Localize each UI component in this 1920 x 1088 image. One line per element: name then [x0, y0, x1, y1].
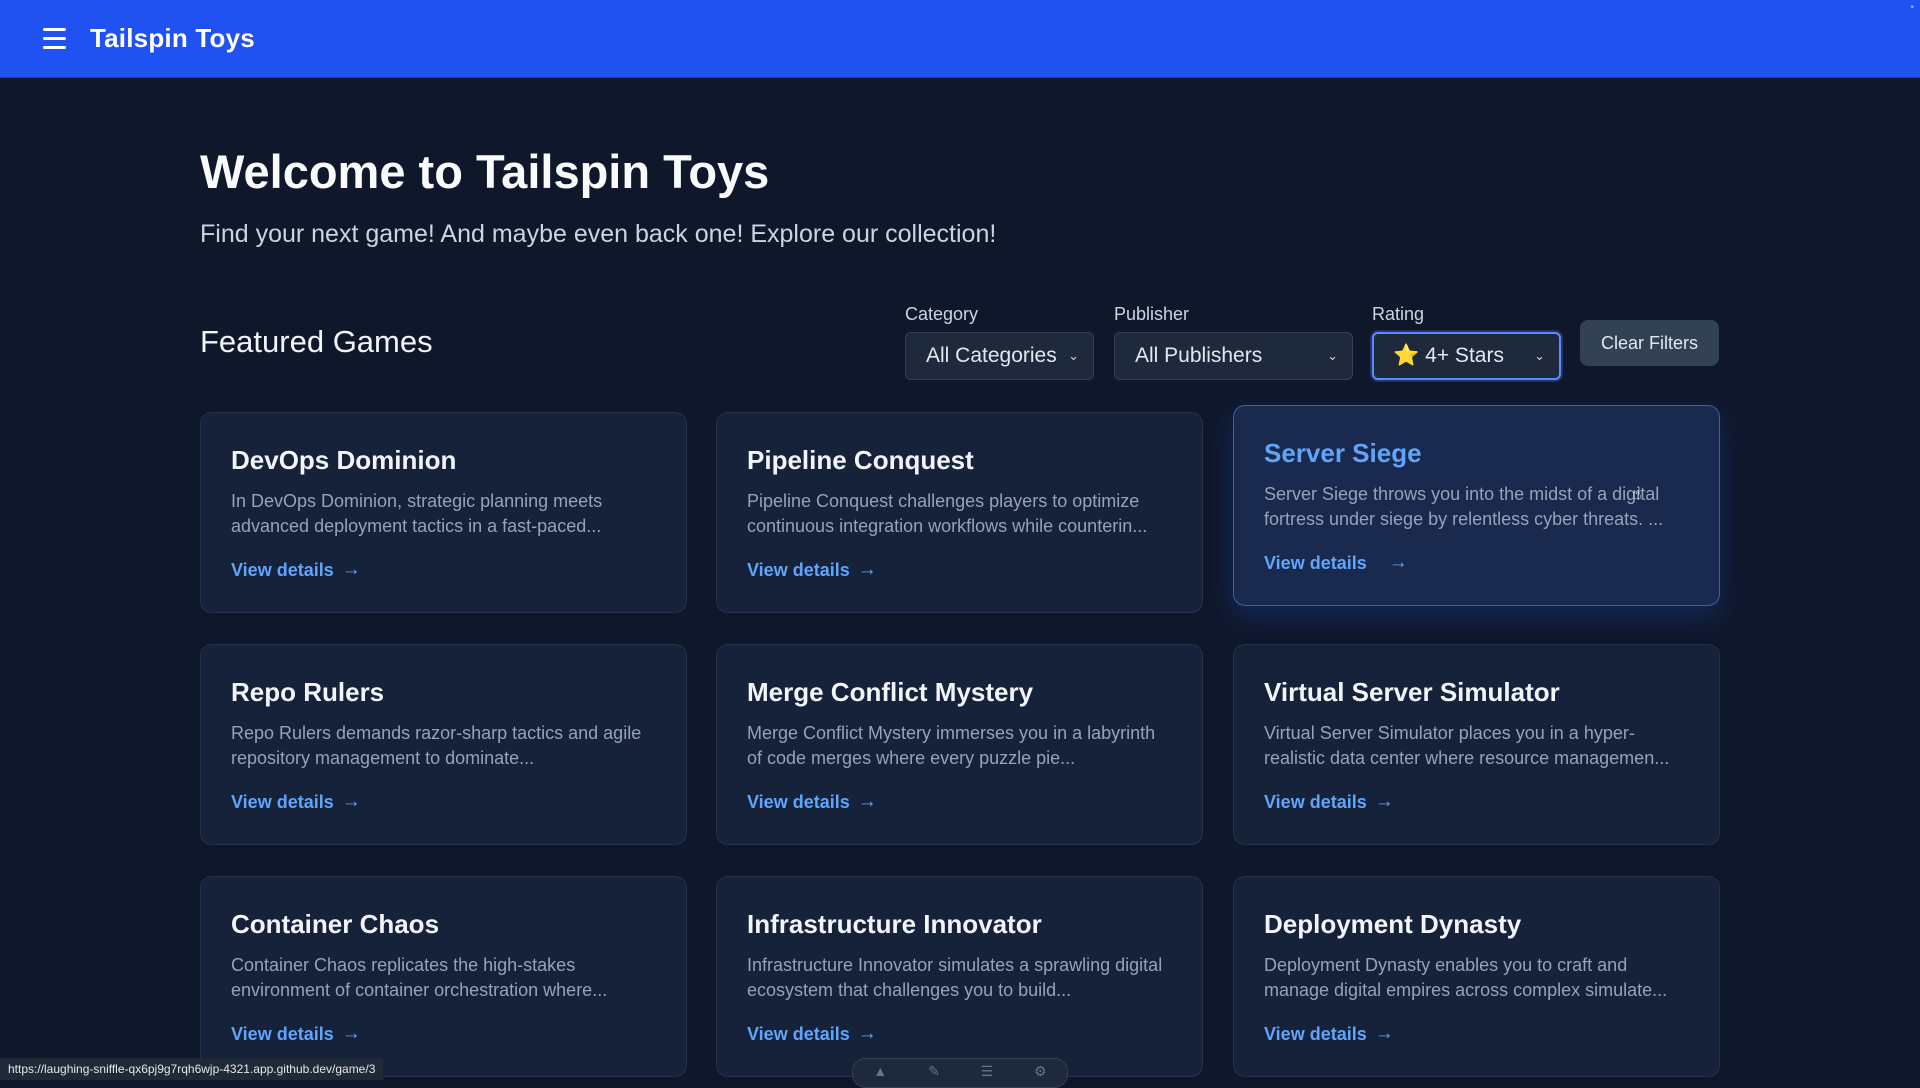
game-title[interactable]: Repo Rulers [231, 677, 656, 708]
view-details-link[interactable]: View details → [1264, 1023, 1394, 1045]
view-details-label: View details [747, 791, 850, 812]
dock-tool-icon[interactable]: ✎ [928, 1063, 940, 1080]
arrow-right-icon: → [1374, 1023, 1394, 1044]
view-details-label: View details [1264, 552, 1367, 573]
game-description: Infrastructure Innovator simulates a spr… [747, 955, 1163, 1000]
category-label: Category [905, 304, 979, 324]
chevron-down-icon: ⌄ [1068, 348, 1079, 363]
star-icon: ⭐ [1393, 344, 1420, 367]
view-details-link[interactable]: View details → [747, 791, 877, 813]
featured-games-heading: Featured Games [200, 324, 433, 359]
game-card[interactable]: Pipeline Conquest Pipeline Conquest chal… [716, 412, 1203, 613]
arrow-right-icon: → [341, 791, 361, 812]
game-title[interactable]: Pipeline Conquest [747, 445, 1172, 476]
brand-title[interactable]: Tailspin Toys [90, 23, 255, 54]
rating-select-content: ⭐ 4+ Stars [1393, 344, 1504, 368]
top-navbar: Tailspin Toys • [0, 0, 1920, 78]
game-description: Merge Conflict Mystery immerses you in a… [747, 723, 1156, 768]
view-details-label: View details [1264, 1023, 1367, 1044]
arrow-right-icon: → [341, 1023, 361, 1044]
dock-tool-icon[interactable]: ▲ [873, 1063, 887, 1079]
view-details-link[interactable]: View details → [231, 791, 361, 813]
game-card[interactable]: DevOps Dominion In DevOps Dominion, stra… [200, 412, 687, 613]
publisher-filter: Publisher All Publishers ⌄ [1114, 304, 1353, 380]
rating-label: Rating [1372, 304, 1425, 324]
view-details-link[interactable]: View details → [747, 1023, 877, 1045]
rating-select-value: 4+ Stars [1425, 344, 1504, 367]
dock-tool-icon[interactable]: ⚙ [1034, 1063, 1047, 1080]
view-details-link[interactable]: View details → [1264, 791, 1394, 813]
game-title[interactable]: Infrastructure Innovator [747, 909, 1172, 940]
game-title[interactable]: Merge Conflict Mystery [747, 677, 1172, 708]
game-card[interactable]: Container Chaos Container Chaos replicat… [200, 876, 687, 1077]
view-details-label: View details [747, 1023, 850, 1044]
mouse-pointer-icon: ☝ [1632, 486, 1642, 503]
publisher-select[interactable]: All Publishers ⌄ [1114, 332, 1353, 380]
game-card[interactable]: Infrastructure Innovator Infrastructure … [716, 876, 1203, 1077]
rating-filter: Rating ⭐ 4+ Stars ⌄ [1372, 304, 1561, 380]
game-card[interactable]: Virtual Server Simulator Virtual Server … [1233, 644, 1720, 845]
category-select-value: All Categories [926, 344, 1057, 367]
arrow-right-icon: → [1388, 552, 1408, 573]
window-corner-icon: • [1910, 2, 1914, 13]
status-bar-url: https://laughing-sniffle-qx6pj9g7rqh6wjp… [0, 1058, 384, 1080]
bottom-dock-toolbar[interactable]: ▲ ✎ ☰ ⚙ [852, 1058, 1068, 1088]
game-title[interactable]: Virtual Server Simulator [1264, 677, 1689, 708]
game-description: Container Chaos replicates the high-stak… [231, 955, 608, 1000]
hamburger-menu-icon[interactable] [24, 9, 84, 69]
category-filter: Category All Categories ⌄ [905, 304, 1094, 380]
arrow-right-icon: → [857, 791, 877, 812]
page-title: Welcome to Tailspin Toys [200, 145, 770, 198]
clear-filters-button[interactable]: Clear Filters [1580, 320, 1719, 366]
arrow-right-icon: → [857, 559, 877, 580]
view-details-link[interactable]: View details → [231, 559, 361, 581]
game-card[interactable]: Repo Rulers Repo Rulers demands razor-sh… [200, 644, 687, 845]
game-description: Pipeline Conquest challenges players to … [747, 491, 1148, 536]
view-details-link[interactable]: View details → [747, 559, 877, 581]
game-card[interactable]: Merge Conflict Mystery Merge Conflict My… [716, 644, 1203, 845]
view-details-label: View details [231, 559, 334, 580]
page-subtitle: Find your next game! And maybe even back… [200, 220, 997, 248]
category-select[interactable]: All Categories ⌄ [905, 332, 1094, 380]
view-details-link[interactable]: View details → [231, 1023, 361, 1045]
chevron-down-icon: ⌄ [1534, 348, 1545, 363]
game-title[interactable]: Deployment Dynasty [1264, 909, 1689, 940]
chevron-down-icon: ⌄ [1327, 348, 1338, 363]
game-card[interactable]: Deployment Dynasty Deployment Dynasty en… [1233, 876, 1720, 1077]
arrow-right-icon: → [1374, 791, 1394, 812]
dock-tool-icon[interactable]: ☰ [981, 1063, 994, 1080]
game-title[interactable]: Server Siege [1264, 438, 1689, 469]
game-card-hovered[interactable]: Server Siege Server Siege throws you int… [1233, 405, 1720, 606]
game-description: Server Siege throws you into the midst o… [1264, 484, 1664, 529]
arrow-right-icon: → [341, 559, 361, 580]
view-details-link[interactable]: View details → [1264, 552, 1408, 574]
game-description: In DevOps Dominion, strategic planning m… [231, 491, 603, 536]
game-description: Deployment Dynasty enables you to craft … [1264, 955, 1668, 1000]
arrow-right-icon: → [857, 1023, 877, 1044]
view-details-label: View details [231, 791, 334, 812]
view-details-label: View details [231, 1023, 334, 1044]
view-details-label: View details [747, 559, 850, 580]
publisher-label: Publisher [1114, 304, 1190, 324]
game-description: Repo Rulers demands razor-sharp tactics … [231, 723, 642, 768]
rating-select[interactable]: ⭐ 4+ Stars ⌄ [1372, 332, 1561, 380]
game-title[interactable]: DevOps Dominion [231, 445, 656, 476]
publisher-select-value: All Publishers [1135, 344, 1263, 367]
view-details-label: View details [1264, 791, 1367, 812]
game-title[interactable]: Container Chaos [231, 909, 656, 940]
game-description: Virtual Server Simulator places you in a… [1264, 723, 1670, 768]
